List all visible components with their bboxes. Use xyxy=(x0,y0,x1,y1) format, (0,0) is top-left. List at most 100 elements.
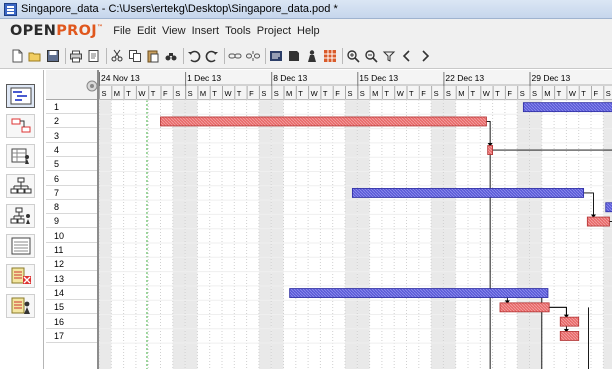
unlink-icon[interactable] xyxy=(246,49,260,63)
row-number[interactable]: 10 xyxy=(46,229,98,243)
day-letter: W xyxy=(311,89,319,98)
row-number[interactable]: 4 xyxy=(46,143,98,157)
day-letter: F xyxy=(335,89,340,98)
day-letter: W xyxy=(138,89,146,98)
day-letter: F xyxy=(421,89,426,98)
view-bar xyxy=(0,70,44,369)
filter-icon[interactable] xyxy=(382,49,396,63)
row-number[interactable]: 7 xyxy=(46,186,98,200)
day-letter: T xyxy=(151,89,156,98)
critical-task-bar[interactable] xyxy=(160,116,487,127)
zoom-in-icon[interactable] xyxy=(346,49,360,63)
app-icon xyxy=(4,2,17,16)
title-bar: Singapore_data - C:\Users\ertekg\Desktop… xyxy=(0,0,612,19)
open-icon[interactable] xyxy=(28,49,42,63)
task-bar[interactable] xyxy=(289,288,549,298)
resource-icon[interactable] xyxy=(305,49,319,63)
wbs-view-icon[interactable] xyxy=(6,174,35,198)
row-number[interactable]: 9 xyxy=(46,214,98,229)
day-letter: W xyxy=(569,89,577,98)
row-number[interactable]: 6 xyxy=(46,172,98,186)
row-number[interactable]: 12 xyxy=(46,257,98,272)
day-letter: T xyxy=(323,89,328,98)
redo-icon[interactable] xyxy=(205,49,219,63)
undo-icon[interactable] xyxy=(187,49,201,63)
day-letter: F xyxy=(249,89,254,98)
print-icon[interactable] xyxy=(69,49,83,63)
resources-view-icon[interactable] xyxy=(6,144,35,168)
notes-icon[interactable] xyxy=(287,49,301,63)
new-icon[interactable] xyxy=(10,49,24,63)
day-letter: S xyxy=(348,89,353,98)
paste-icon[interactable] xyxy=(146,49,160,63)
day-letter: M xyxy=(114,89,120,98)
menu-help[interactable]: Help xyxy=(297,25,320,37)
menu-insert[interactable]: Insert xyxy=(192,25,220,37)
week-label: 29 Dec 13 xyxy=(532,73,571,83)
dependency-link xyxy=(486,121,491,147)
row-number[interactable]: 15 xyxy=(46,300,98,315)
day-letter: S xyxy=(261,89,266,98)
task-bar[interactable] xyxy=(522,102,612,113)
task-bar[interactable] xyxy=(605,202,612,213)
day-letter: S xyxy=(102,89,107,98)
resource-usage-view-icon[interactable] xyxy=(6,294,35,318)
gantt-view-icon[interactable] xyxy=(6,84,35,108)
day-letter: F xyxy=(594,89,599,98)
link-icon[interactable] xyxy=(228,49,242,63)
save-icon[interactable] xyxy=(46,49,60,63)
window-title: Singapore_data - C:\Users\ertekg\Desktop… xyxy=(21,3,338,15)
gantt-chart[interactable]: 24 Nov 13 1 Dec 13 8 Dec 13 15 Dec 13 22 Dec… xyxy=(99,70,612,369)
menu-file[interactable]: File xyxy=(113,25,131,37)
critical-task-bar[interactable] xyxy=(559,316,580,327)
row-number[interactable]: 14 xyxy=(46,286,98,300)
critical-task-bar[interactable] xyxy=(499,302,550,313)
assign-icon[interactable] xyxy=(323,49,337,63)
row-number[interactable]: 16 xyxy=(46,315,98,329)
day-letter: T xyxy=(495,89,500,98)
task-info-icon[interactable] xyxy=(269,49,283,63)
week-label: 15 Dec 13 xyxy=(359,73,398,83)
day-letter: T xyxy=(298,89,303,98)
critical-task-bar[interactable] xyxy=(586,216,610,227)
day-letter: S xyxy=(188,89,193,98)
row-number[interactable]: 13 xyxy=(46,272,98,286)
row-number[interactable]: 2 xyxy=(46,114,98,129)
day-letter: W xyxy=(483,89,491,98)
week-label: 22 Dec 13 xyxy=(445,73,484,83)
copy-icon[interactable] xyxy=(128,49,142,63)
print-preview-icon[interactable] xyxy=(87,49,101,63)
critical-task-bar[interactable] xyxy=(559,331,580,341)
row-number[interactable]: 8 xyxy=(46,200,98,215)
day-letter: S xyxy=(520,89,525,98)
menu-view[interactable]: View xyxy=(162,25,186,37)
day-letter: S xyxy=(360,89,365,98)
week-label: 24 Nov 13 xyxy=(101,73,140,83)
rbs-view-icon[interactable] xyxy=(6,204,35,228)
menu-tools[interactable]: Tools xyxy=(225,25,251,37)
task-bar[interactable] xyxy=(351,188,585,198)
row-number[interactable]: 5 xyxy=(46,157,98,172)
task-usage-view-icon[interactable] xyxy=(6,264,35,288)
menu-project[interactable]: Project xyxy=(257,25,291,37)
critical-task-bar[interactable] xyxy=(487,145,493,155)
scroll-right-icon[interactable] xyxy=(418,49,432,63)
report-view-icon[interactable] xyxy=(6,234,35,258)
row-number[interactable]: 3 xyxy=(46,129,98,143)
week-label: 8 Dec 13 xyxy=(273,73,307,83)
cut-icon[interactable] xyxy=(110,49,124,63)
scroll-left-icon[interactable] xyxy=(400,49,414,63)
row-number[interactable]: 11 xyxy=(46,243,98,257)
day-letter: S xyxy=(175,89,180,98)
row-number[interactable]: 1 xyxy=(46,100,98,114)
find-icon[interactable] xyxy=(164,49,178,63)
zoom-out-icon[interactable] xyxy=(364,49,378,63)
network-view-icon[interactable] xyxy=(6,114,35,138)
row-number[interactable]: 17 xyxy=(46,329,98,343)
toolbar xyxy=(0,43,612,69)
day-letter: T xyxy=(212,89,217,98)
menu-edit[interactable]: Edit xyxy=(137,25,156,37)
dependency-link xyxy=(583,192,594,218)
day-letter: M xyxy=(544,89,550,98)
day-letter: T xyxy=(384,89,389,98)
